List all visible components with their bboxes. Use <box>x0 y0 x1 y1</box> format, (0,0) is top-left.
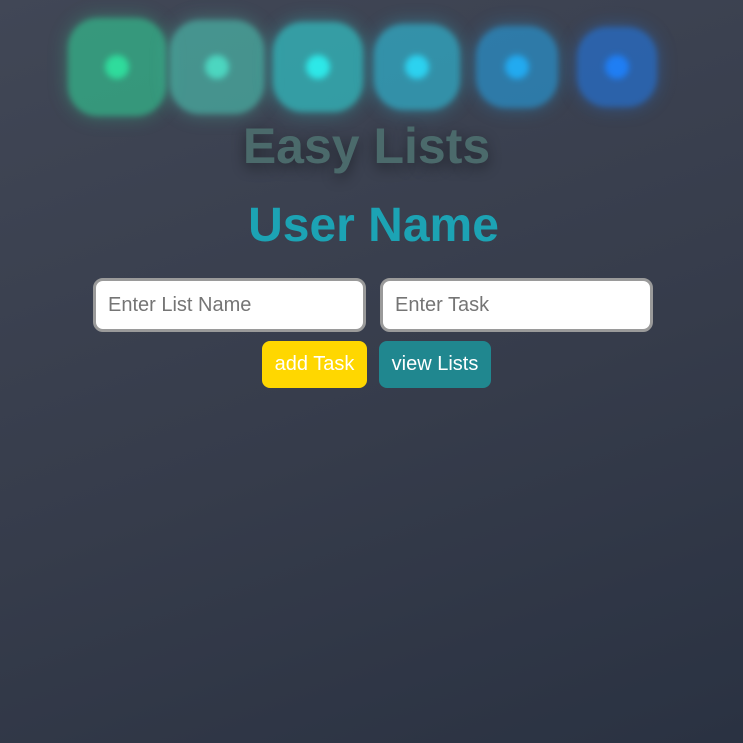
list-name-input[interactable] <box>93 278 366 332</box>
indicator-dot <box>476 26 558 108</box>
indicator-dot <box>170 20 264 114</box>
user-name: User Name <box>248 199 499 252</box>
indicator-dot <box>374 24 460 110</box>
add-task-button[interactable]: add Task <box>262 341 367 388</box>
indicator-dot-core <box>105 55 129 79</box>
indicator-dot-core <box>306 55 330 79</box>
status-indicators <box>0 0 743 130</box>
indicator-dot <box>68 18 166 116</box>
indicator-dot <box>273 22 363 112</box>
indicator-dot-core <box>605 55 629 79</box>
indicator-dot-core <box>405 55 429 79</box>
indicator-dot <box>577 27 657 107</box>
indicator-dot-core <box>505 55 529 79</box>
indicator-dot-core <box>205 55 229 79</box>
view-lists-button[interactable]: view Lists <box>379 341 491 388</box>
task-input[interactable] <box>380 278 653 332</box>
app-title: Easy Lists <box>242 118 491 174</box>
